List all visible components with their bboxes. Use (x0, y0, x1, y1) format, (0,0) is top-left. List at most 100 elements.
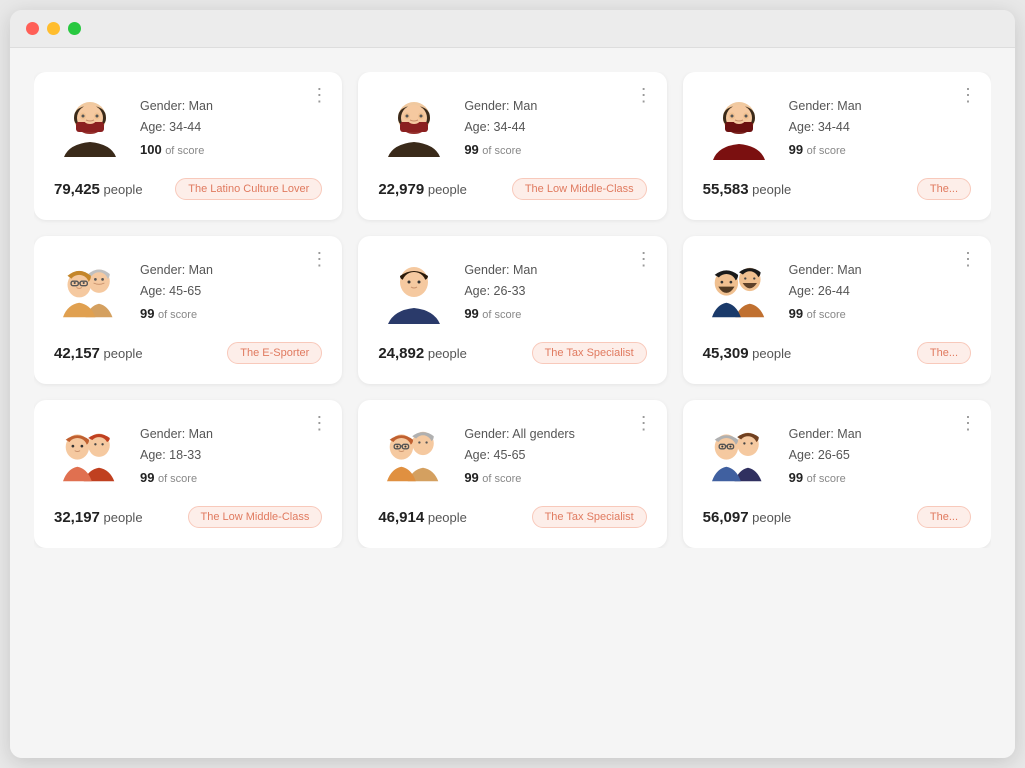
minimize-button[interactable] (47, 22, 60, 35)
card-top: Gender: Man Age: 45-65 99 of score (54, 256, 322, 328)
score-suffix: of score (165, 145, 204, 157)
card-menu-icon[interactable]: ⋮ (310, 414, 328, 432)
people-count: 32,197 people (54, 509, 143, 526)
persona-tag[interactable]: The Tax Specialist (532, 506, 647, 528)
people-label: people (104, 346, 143, 361)
card-bottom: 45,309 people The... (703, 342, 971, 364)
score-value: 99 (464, 470, 478, 485)
score-value: 99 (140, 470, 154, 485)
card-bottom: 56,097 people The... (703, 506, 971, 528)
card-info: Gender: All genders Age: 45-65 99 of sco… (464, 420, 575, 489)
score-value: 99 (789, 306, 803, 321)
card-bottom: 24,892 people The Tax Specialist (378, 342, 646, 364)
card-menu-icon[interactable]: ⋮ (635, 414, 653, 432)
card-top: Gender: Man Age: 34-44 100 of score (54, 92, 322, 164)
score-label: 99 of score (464, 467, 575, 489)
persona-tag[interactable]: The Latino Culture Lover (175, 178, 322, 200)
avatar (54, 92, 126, 164)
age-label: Age: 18-33 (140, 445, 213, 466)
gender-label: Gender: Man (140, 424, 213, 445)
card-menu-icon[interactable]: ⋮ (635, 250, 653, 268)
avatar (54, 420, 126, 492)
score-value: 99 (789, 142, 803, 157)
window: ⋮ Gender: Man Age: 34-44 100 o (10, 10, 1015, 758)
score-value: 99 (140, 306, 154, 321)
card-top: Gender: Man Age: 26-33 99 of score (378, 256, 646, 328)
people-number: 56,097 (703, 509, 749, 526)
people-count: 55,583 people (703, 181, 792, 198)
card-bottom: 55,583 people The... (703, 178, 971, 200)
score-label: 99 of score (789, 139, 862, 161)
people-label: people (428, 346, 467, 361)
maximize-button[interactable] (68, 22, 81, 35)
people-count: 22,979 people (378, 181, 467, 198)
card-top: Gender: All genders Age: 45-65 99 of sco… (378, 420, 646, 492)
card-top: Gender: Man Age: 34-44 99 of score (378, 92, 646, 164)
score-suffix: of score (482, 145, 521, 157)
card-menu-icon[interactable]: ⋮ (310, 86, 328, 104)
people-count: 45,309 people (703, 345, 792, 362)
card-top: Gender: Man Age: 18-33 99 of score (54, 420, 322, 492)
title-bar (10, 10, 1015, 48)
persona-tag[interactable]: The E-Sporter (227, 342, 322, 364)
age-label: Age: 34-44 (789, 117, 862, 138)
avatar (703, 92, 775, 164)
score-label: 100 of score (140, 139, 213, 161)
people-count: 46,914 people (378, 509, 467, 526)
age-label: Age: 34-44 (140, 117, 213, 138)
persona-card: ⋮ Gender: Man (34, 236, 342, 384)
people-number: 22,979 (378, 181, 424, 198)
card-top: Gender: Man Age: 34-44 99 of score (703, 92, 971, 164)
card-menu-icon[interactable]: ⋮ (959, 250, 977, 268)
score-suffix: of score (482, 309, 521, 321)
persona-card: ⋮ Gender: Man Age: 34-44 99 of (683, 72, 991, 220)
persona-tag[interactable]: The... (917, 342, 971, 364)
avatar (378, 420, 450, 492)
card-menu-icon[interactable]: ⋮ (310, 250, 328, 268)
persona-tag[interactable]: The Low Middle-Class (188, 506, 323, 528)
score-label: 99 of score (140, 467, 213, 489)
card-top: Gender: Man Age: 26-44 99 of score (703, 256, 971, 328)
content-area: ⋮ Gender: Man Age: 34-44 100 o (10, 48, 1015, 758)
card-info: Gender: Man Age: 18-33 99 of score (140, 420, 213, 489)
people-count: 42,157 people (54, 345, 143, 362)
score-suffix: of score (807, 145, 846, 157)
avatar (703, 420, 775, 492)
score-suffix: of score (807, 309, 846, 321)
card-bottom: 32,197 people The Low Middle-Class (54, 506, 322, 528)
avatar (703, 256, 775, 328)
persona-card: ⋮ Gender: Man Age: 18-33 (34, 400, 342, 548)
persona-card: ⋮ Gender: Man Age: 26-65 (683, 400, 991, 548)
people-number: 55,583 (703, 181, 749, 198)
persona-tag[interactable]: The Low Middle-Class (512, 178, 647, 200)
people-label: people (428, 510, 467, 525)
gender-label: Gender: Man (464, 260, 537, 281)
card-info: Gender: Man Age: 34-44 100 of score (140, 92, 213, 161)
card-bottom: 46,914 people The Tax Specialist (378, 506, 646, 528)
people-number: 79,425 (54, 181, 100, 198)
score-label: 99 of score (464, 303, 537, 325)
card-menu-icon[interactable]: ⋮ (959, 86, 977, 104)
people-label: people (752, 182, 791, 197)
card-info: Gender: Man Age: 26-33 99 of score (464, 256, 537, 325)
card-info: Gender: Man Age: 26-65 99 of score (789, 420, 862, 489)
people-label: people (752, 346, 791, 361)
close-button[interactable] (26, 22, 39, 35)
people-count: 56,097 people (703, 509, 792, 526)
persona-tag[interactable]: The... (917, 506, 971, 528)
persona-tag[interactable]: The Tax Specialist (532, 342, 647, 364)
people-label: people (428, 182, 467, 197)
card-menu-icon[interactable]: ⋮ (635, 86, 653, 104)
card-top: Gender: Man Age: 26-65 99 of score (703, 420, 971, 492)
card-menu-icon[interactable]: ⋮ (959, 414, 977, 432)
score-suffix: of score (482, 473, 521, 485)
card-bottom: 79,425 people The Latino Culture Lover (54, 178, 322, 200)
persona-tag[interactable]: The... (917, 178, 971, 200)
gender-label: Gender: Man (789, 424, 862, 445)
avatar (378, 256, 450, 328)
people-number: 32,197 (54, 509, 100, 526)
age-label: Age: 26-33 (464, 281, 537, 302)
people-label: people (104, 510, 143, 525)
card-bottom: 22,979 people The Low Middle-Class (378, 178, 646, 200)
people-count: 79,425 people (54, 181, 143, 198)
